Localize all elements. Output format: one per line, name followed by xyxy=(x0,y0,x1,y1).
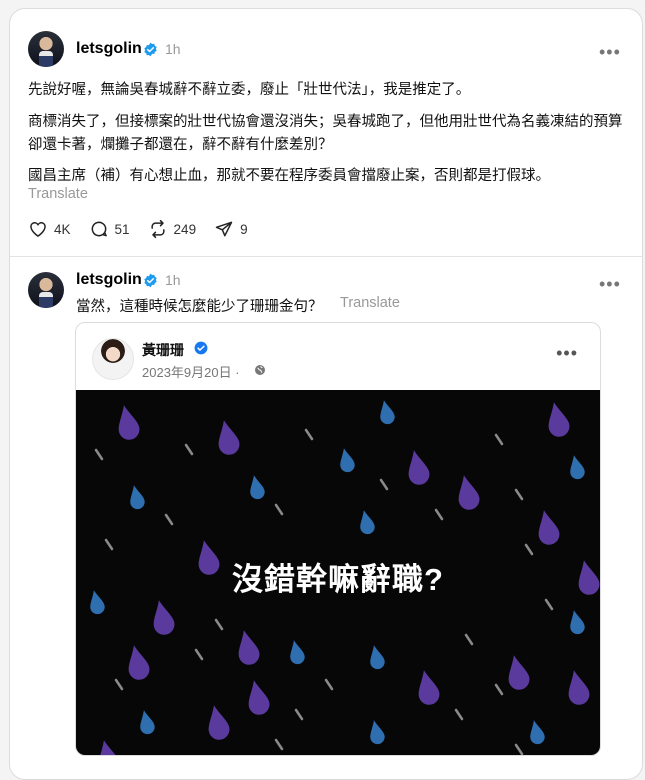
avatar[interactable] xyxy=(28,31,64,67)
rain-streak xyxy=(274,738,284,751)
rain-drop xyxy=(290,640,305,665)
rain-streak xyxy=(454,708,464,721)
rain-streak xyxy=(524,543,534,556)
rain-streak xyxy=(304,428,314,441)
rain-drop xyxy=(538,510,560,545)
heart-icon xyxy=(30,222,46,237)
rain-streak xyxy=(514,488,524,501)
avatar[interactable] xyxy=(28,272,64,308)
rain-drop xyxy=(250,475,265,500)
rain-streak xyxy=(104,538,114,551)
rain-streak xyxy=(214,618,224,631)
username[interactable]: letsgolin xyxy=(76,40,142,58)
post-time: 1h xyxy=(165,41,181,57)
rain-streak xyxy=(514,743,524,755)
rain-drop xyxy=(570,455,585,480)
more-dots-icon[interactable]: ••• xyxy=(599,43,621,61)
rain-streak xyxy=(114,678,124,691)
post-paragraph: 先說好喔，無論吳春城辭不辭立委，廢止「壯世代法」，我是推定了。 xyxy=(28,82,471,98)
rain-drop xyxy=(418,670,440,705)
rain-drop xyxy=(128,645,150,680)
repost-count: 249 xyxy=(173,221,197,237)
comment-count: 51 xyxy=(114,221,130,237)
more-dots-icon[interactable]: ••• xyxy=(599,275,621,293)
rain-streak xyxy=(464,633,474,646)
rain-drop xyxy=(218,420,240,455)
rain-streak xyxy=(294,708,304,721)
rain-streak xyxy=(434,508,444,521)
rain-drop xyxy=(238,630,260,665)
username[interactable]: letsgolin xyxy=(76,271,142,289)
embed-author-name: 黃珊珊 xyxy=(142,342,184,358)
like-button[interactable]: 4K xyxy=(28,219,71,239)
rain-drop xyxy=(408,450,430,485)
embedded-facebook-post[interactable]: 黃珊珊 2023年9月20日 · ••• 沒錯幹嘛辭職? xyxy=(75,322,601,756)
rain-streak xyxy=(544,598,554,611)
embed-date: 2023年9月20日 · xyxy=(142,365,240,380)
verified-badge-icon xyxy=(144,273,157,288)
repost-button[interactable]: 249 xyxy=(148,219,197,239)
rain-drop xyxy=(380,400,395,425)
rain-streak xyxy=(324,678,334,691)
rain-streak xyxy=(184,443,194,456)
rain-drop xyxy=(140,710,155,735)
verified-badge-icon xyxy=(194,341,208,355)
rain-streak xyxy=(494,683,504,696)
rain-streak xyxy=(379,478,389,491)
rain-drop xyxy=(130,485,145,510)
more-dots-icon[interactable]: ••• xyxy=(556,343,578,364)
rain-drop xyxy=(370,645,385,670)
repost-icon xyxy=(150,219,165,239)
embed-avatar xyxy=(92,338,134,380)
divider xyxy=(10,256,642,257)
feed-card: letsgolin 1h ••• 先說好喔，無論吳春城辭不辭立委，廢止「壯世代法… xyxy=(9,8,643,780)
translate-link[interactable]: Translate xyxy=(340,295,400,311)
rain-drop xyxy=(340,448,355,473)
translate-link[interactable]: Translate xyxy=(28,186,88,202)
share-count: 9 xyxy=(240,221,248,237)
rain-streak xyxy=(194,648,204,661)
action-bar: 4K 51 249 9 xyxy=(28,217,266,241)
rain-drop xyxy=(248,680,270,715)
rain-drop xyxy=(370,720,385,745)
embed-image[interactable]: 沒錯幹嘛辭職? xyxy=(76,390,600,755)
image-caption: 沒錯幹嘛辭職? xyxy=(232,562,444,597)
post-paragraph: 商標消失了，但接標案的壯世代協會還沒消失；吳春城跑了，但他用壯世代為名義凍結的預… xyxy=(28,114,623,153)
rain-drop xyxy=(548,402,570,437)
send-icon xyxy=(215,221,233,237)
rain-streak xyxy=(164,513,174,526)
rain-streak xyxy=(274,503,284,516)
globe-icon xyxy=(255,365,265,375)
rain-drop xyxy=(208,705,230,740)
rain-streak xyxy=(494,433,504,446)
post-text: 當然，這種時候怎麼能少了珊珊金句？ xyxy=(76,299,323,315)
post-paragraph: 國昌主席（補）有心想止血，那就不要在程序委員會擋廢止案，否則都是打假球。 xyxy=(28,168,550,184)
rain-drop xyxy=(458,475,480,510)
rain-drop xyxy=(568,670,590,705)
rain-drop xyxy=(570,610,585,635)
comment-button[interactable]: 51 xyxy=(89,219,130,239)
share-button[interactable]: 9 xyxy=(214,219,248,239)
rain-drop xyxy=(530,720,545,745)
post-time: 1h xyxy=(165,272,181,288)
rain-streak xyxy=(94,448,104,461)
comment-bubble-icon xyxy=(91,221,107,237)
rain-drop xyxy=(360,510,375,535)
rain-drop xyxy=(118,405,140,440)
rain-drop xyxy=(508,655,530,690)
rain-drop xyxy=(98,740,120,755)
like-count: 4K xyxy=(54,221,71,237)
rain-drop xyxy=(153,600,175,635)
verified-badge-icon xyxy=(144,42,157,57)
